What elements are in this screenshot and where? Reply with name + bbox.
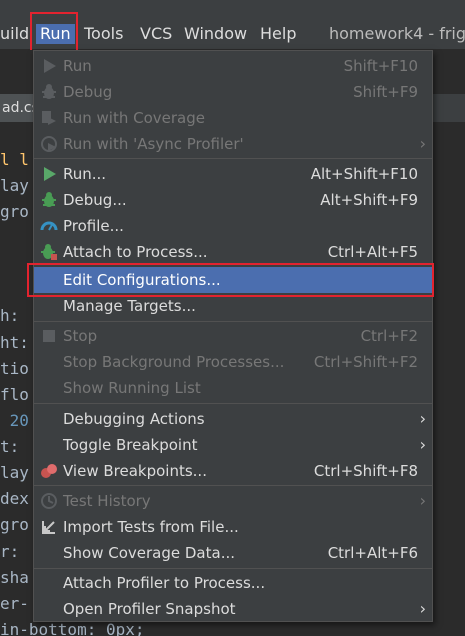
chevron-right-icon: › [419,491,426,510]
history-icon [40,492,58,510]
code-line: 20 [0,411,29,430]
code-line: gro [0,515,29,534]
menu-item-open-profiler-snapshot[interactable]: Open Profiler Snapshot › [34,596,432,622]
chevron-right-icon: › [419,134,426,153]
menu-separator [34,568,432,569]
code-line: l l [0,150,29,169]
menu-item-profile[interactable]: Profile... [34,213,432,239]
menu-item-run-with-async-profiler[interactable]: Run with 'Async Profiler' › [34,131,432,157]
chevron-right-icon: › [419,599,426,618]
play-icon [40,165,58,183]
menu-separator [34,158,432,159]
menu-item-show-running-list[interactable]: Show Running List [34,375,432,401]
play-icon [40,57,58,75]
menu-separator [34,485,432,486]
menu-tools[interactable]: Tools [84,24,123,44]
menu-item-toggle-breakpoint[interactable]: Toggle Breakpoint › [34,432,432,458]
import-icon [40,518,58,536]
code-line: er- [0,594,29,613]
attach-bug-icon [40,243,58,261]
bug-icon [40,83,58,101]
menu-item-attach-to-process[interactable]: Attach to Process... Ctrl+Alt+F5 [34,239,432,265]
code-line: ht: [0,333,29,352]
menu-help[interactable]: Help [260,24,296,44]
code-line: lay [0,463,29,482]
breakpoints-icon [40,462,58,480]
chevron-right-icon: › [419,435,426,454]
bug-icon [40,191,58,209]
menu-item-edit-configurations[interactable]: Edit Configurations... [34,267,432,293]
code-line: tio [0,359,29,378]
code-line: dex [0,489,29,508]
run-menu-dropdown: Run Shift+F10 Debug Shift+F9 Run with Co… [33,50,433,622]
menu-item-attach-profiler[interactable]: Attach Profiler to Process... [34,570,432,596]
menu-item-run[interactable]: Run Shift+F10 [34,53,432,79]
menu-vcs[interactable]: VCS [140,24,172,44]
menu-item-import-tests[interactable]: Import Tests from File... [34,514,432,540]
menu-item-stop[interactable]: Stop Ctrl+F2 [34,323,432,349]
menu-item-view-breakpoints[interactable]: View Breakpoints... Ctrl+Shift+F8 [34,458,432,484]
menu-separator [34,321,432,322]
gauge-icon [40,217,58,235]
menu-item-stop-background-processes[interactable]: Stop Background Processes... Ctrl+Shift+… [34,349,432,375]
code-line: gro [0,202,29,221]
window-title: homework4 - frigh [329,24,465,43]
menubar: uild Run Tools VCS Window Help homework4… [0,0,465,50]
menu-item-debugging-actions[interactable]: Debugging Actions › [34,406,432,432]
menu-item-debug[interactable]: Debug Shift+F9 [34,79,432,105]
menu-item-debug-dialog[interactable]: Debug... Alt+Shift+F9 [34,187,432,213]
code-line: flo [0,385,29,404]
coverage-icon [40,109,58,127]
chevron-right-icon: › [419,409,426,428]
code-line: in-bottom: 0px; [0,620,145,636]
code-line: r: [0,542,20,561]
menu-window[interactable]: Window [184,24,247,44]
menu-run[interactable]: Run [36,24,75,44]
menu-build[interactable]: uild [0,24,29,44]
menu-item-manage-targets[interactable]: Manage Targets... [34,293,432,319]
menu-item-test-history[interactable]: Test History › [34,488,432,514]
menu-item-show-coverage-data[interactable]: Show Coverage Data... Ctrl+Alt+F6 [34,540,432,566]
file-tab[interactable]: ad.cs [0,94,34,122]
code-line: sha [0,568,29,587]
menu-item-run-dialog[interactable]: Run... Alt+Shift+F10 [34,161,432,187]
code-line: lay [0,176,29,195]
code-line: t: [0,437,20,456]
profiler-icon [40,135,58,153]
menu-separator [34,403,432,404]
menu-item-run-with-coverage[interactable]: Run with Coverage [34,105,432,131]
code-line: h: [0,306,20,325]
stop-icon [40,327,58,345]
